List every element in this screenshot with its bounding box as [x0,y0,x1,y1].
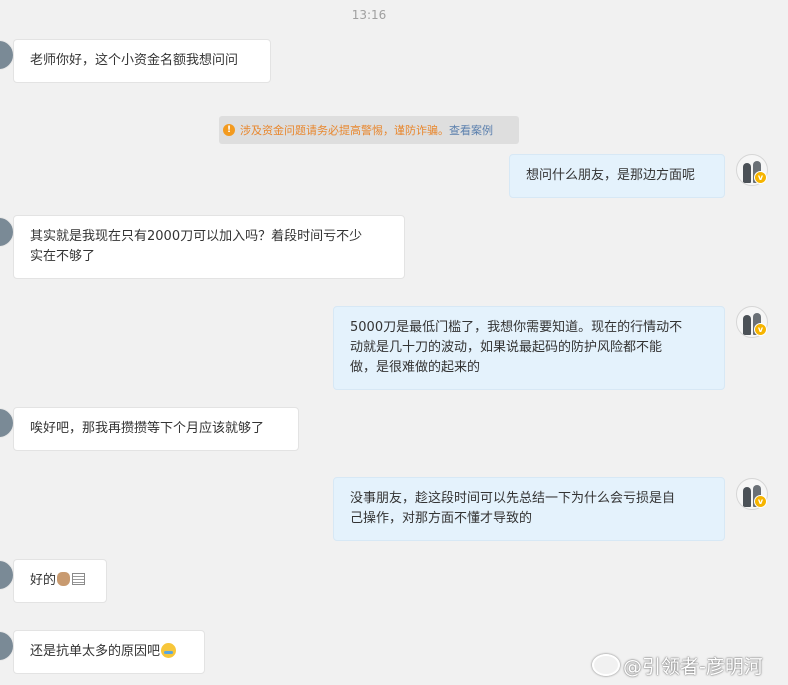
notice-text: 涉及资金问题请务必提高警惕，谨防诈骗。 [240,124,449,137]
contact-avatar[interactable] [0,40,14,70]
weibo-watermark: @引领者-彦明河 [592,652,763,679]
message-text: 动就是几十刀的波动，如果说最起码的防护风险都不能 [350,340,663,355]
message-text: 没事朋友，趁这段时间可以先总结一下为什么会亏损是自 [350,491,676,506]
message-text: 想问什么朋友，是那边方面呢 [526,168,696,183]
message-text: 还是抗单太多的原因吧 [30,644,161,659]
message-content: 好的 [30,571,90,591]
message-bubble-outgoing[interactable]: 没事朋友，趁这段时间可以先总结一下为什么会亏损是自 己操作，对那方面不懂才导致的 [333,477,725,541]
contact-avatar[interactable] [0,560,14,590]
message-bubble-incoming[interactable]: 老师你好，这个小资金名额我想问问 [13,39,271,83]
verified-badge-icon: v [754,323,767,336]
contact-avatar[interactable] [0,217,14,247]
message-text: 己操作，对那方面不懂才导致的 [350,511,533,526]
message-text: 唉好吧，那我再攒攒等下个月应该就够了 [30,421,265,436]
message-bubble-incoming[interactable]: 其实就是我现在只有2000刀可以加入吗？着段时间亏不少 实在不够了 [13,215,405,279]
message-bubble-incoming[interactable]: 还是抗单太多的原因吧 [13,630,205,674]
verified-badge-icon: v [754,171,767,184]
message-content: 还是抗单太多的原因吧 [30,642,188,662]
message-text: 实在不够了 [30,249,96,264]
timestamp: 13:16 [351,8,387,22]
document-emoji-icon [72,573,86,585]
fraud-warning-notice: ! 涉及资金问题请务必提高警惕，谨防诈骗。 查看案例 [219,116,519,144]
message-bubble-outgoing[interactable]: 5000刀是最低门槛了，我想你需要知道。现在的行情动不 动就是几十刀的波动，如果… [333,306,725,390]
message-text: 5000刀是最低门槛了，我想你需要知道。现在的行情动不 [350,320,683,335]
message-text: 其实就是我现在只有2000刀可以加入吗？着段时间亏不少 [30,229,363,244]
message-text: 好的 [30,573,57,588]
message-text: 老师你好，这个小资金名额我想问问 [30,53,239,68]
watermark-text: @引领者-彦明河 [623,656,763,678]
verified-badge-icon: v [754,495,767,508]
ok-hand-emoji-icon [57,572,71,586]
message-bubble-incoming[interactable]: 唉好吧，那我再攒攒等下个月应该就够了 [13,407,299,451]
weibo-logo-icon [592,654,620,676]
laughing-tears-emoji-icon [161,643,177,658]
warning-icon: ! [223,124,235,136]
message-bubble-outgoing[interactable]: 想问什么朋友，是那边方面呢 [509,154,725,198]
message-text: 做，是很难做的起来的 [350,360,481,375]
message-bubble-incoming[interactable]: 好的 [13,559,107,603]
contact-avatar[interactable] [0,408,14,438]
contact-avatar[interactable] [0,631,14,661]
view-cases-link[interactable]: 查看案例 [449,122,493,138]
